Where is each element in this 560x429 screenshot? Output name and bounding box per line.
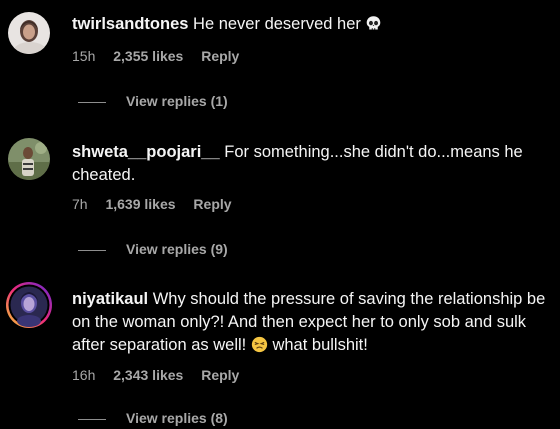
reply-button[interactable]: Reply [201,367,239,383]
comment-meta: 7h 1,639 likes Reply [72,196,246,212]
likes-count[interactable]: 1,639 likes [105,196,175,212]
likes-count[interactable]: 2,355 likes [113,48,183,64]
comment-timestamp: 16h [72,367,96,383]
comment-timestamp: 15h [72,48,96,64]
view-replies-label: View replies (9) [126,241,228,257]
view-replies-label: View replies (8) [126,410,228,426]
comment-timestamp: 7h [72,196,88,212]
reply-button[interactable]: Reply [193,196,231,212]
view-replies-button[interactable]: View replies (1) [78,93,228,109]
view-replies-label: View replies (1) [126,93,228,109]
avatar[interactable] [8,12,50,54]
view-replies-button[interactable]: View replies (9) [78,241,228,257]
comment-text: shweta__poojari__ For something...she di… [72,141,550,187]
comment-meta: 16h 2,343 likes Reply [72,367,253,383]
reply-button[interactable]: Reply [201,48,239,64]
avatar[interactable] [8,138,50,180]
comment-username[interactable]: twirlsandtones [72,15,188,33]
comment-text: niyatikaul Why should the pressure of sa… [72,288,550,357]
view-replies-button[interactable]: View replies (8) [78,410,228,426]
comment-meta: 15h 2,355 likes Reply [72,48,253,64]
persevering-face-icon [251,336,268,353]
comment-username[interactable]: niyatikaul [72,290,148,308]
divider-line [78,418,106,420]
divider-line [78,101,106,103]
comment-username[interactable]: shweta__poojari__ [72,143,220,161]
comment-message: He never deserved her [193,15,361,33]
skull-icon [367,16,381,30]
avatar-story-ring [6,282,52,328]
avatar-image [8,138,50,180]
comment-text: twirlsandtones He never deserved her [72,13,550,36]
divider-line [78,249,106,251]
avatar[interactable] [5,281,53,329]
comment-message-end: what bullshit! [272,336,368,354]
avatar-image [8,12,50,54]
likes-count[interactable]: 2,343 likes [113,367,183,383]
